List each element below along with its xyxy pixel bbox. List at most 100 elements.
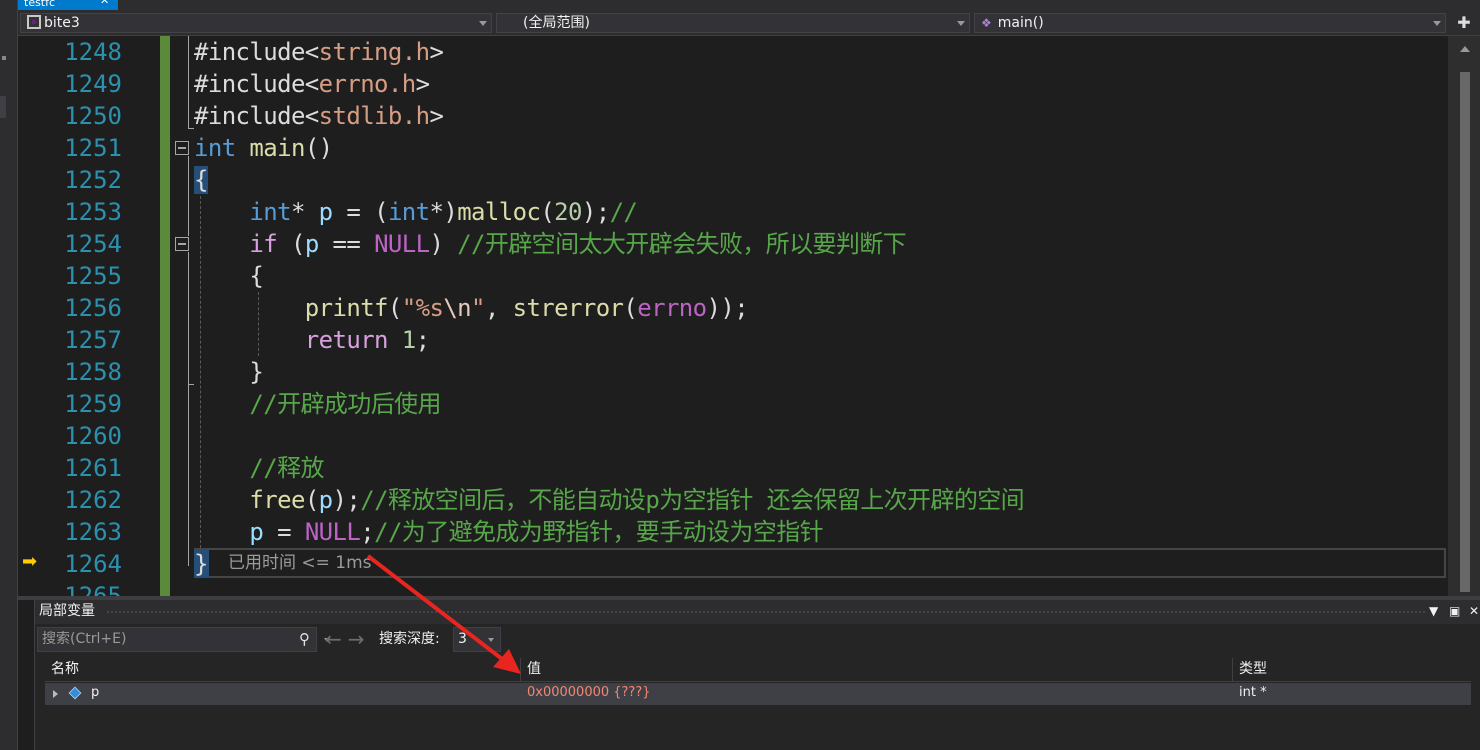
search-navigation: ←→	[325, 627, 371, 652]
code-text: #include<errno.h>	[194, 70, 430, 98]
window-menu-icon[interactable]: ▼	[1429, 601, 1438, 621]
scroll-up-icon[interactable]	[1460, 46, 1470, 52]
locals-window: 局部变量 ▼ ▣ ✕ 搜索(Ctrl+E) ⚲ ←→ 搜索深度: 3 名称 值	[34, 600, 1480, 750]
code-line: 1249 #include<errno.h>	[18, 68, 1448, 100]
code-line: 1250 #include<stdlib.h>	[18, 100, 1448, 132]
code-line: 1255 {	[18, 260, 1448, 292]
line-number: 1249	[64, 70, 122, 98]
outline-line	[188, 156, 189, 236]
toolbox-tab[interactable]	[0, 96, 6, 118]
function-name: main()	[997, 15, 1044, 31]
column-name[interactable]: 名称	[45, 658, 521, 682]
code-line: 1256 printf("%s\n", strerror(errno));	[18, 292, 1448, 324]
locals-title: 局部变量	[39, 603, 95, 619]
code-text: free(p);//释放空间后，不能自动设p为空指针 还会保留上次开辟的空间	[249, 486, 1025, 514]
code-line: 1248 #include<string.h>	[18, 36, 1448, 68]
chevron-down-icon	[957, 21, 965, 26]
collapse-if-icon[interactable]	[175, 237, 189, 251]
forward-arrow-icon[interactable]: →	[348, 627, 371, 651]
line-number: 1265	[64, 582, 122, 596]
title-grip	[107, 611, 1425, 615]
code-editor[interactable]: 1248 #include<string.h> 1249 #include<errn…	[18, 36, 1448, 596]
code-line: 1260	[18, 420, 1448, 452]
function-dropdown[interactable]: ❖ main()	[974, 13, 1446, 33]
locals-search-input[interactable]: 搜索(Ctrl+E) ⚲	[37, 627, 330, 652]
maximize-icon[interactable]: ▣	[1449, 601, 1460, 621]
line-number: 1253	[64, 198, 122, 226]
code-text: int main()	[194, 134, 333, 162]
code-text: {	[249, 262, 264, 290]
line-number: 1257	[64, 326, 122, 354]
outline-line	[188, 128, 194, 129]
document-tab-row: testfc ✕	[18, 0, 1480, 10]
navigation-bar: bite3 (全局范围) ❖ main() ✚	[18, 10, 1480, 36]
code-line: 1265	[18, 580, 1448, 596]
line-number: 1252	[64, 166, 122, 194]
search-icon[interactable]: ⚲	[299, 628, 310, 651]
code-text: #include<string.h>	[194, 38, 444, 66]
function-cube-icon: ❖	[981, 16, 992, 30]
line-number: 1248	[64, 38, 122, 66]
variable-icon	[68, 686, 82, 700]
perf-tip-elapsed[interactable]: 已用时间 <= 1ms	[228, 550, 372, 577]
line-number: 1254	[64, 230, 122, 258]
line-number: 1260	[64, 422, 122, 450]
chevron-down-icon	[488, 638, 494, 642]
code-text: int* p = (int*)malloc(20);//	[249, 198, 638, 226]
split-window-icon[interactable]: ✚	[1454, 14, 1474, 32]
code-text: }	[249, 358, 264, 386]
expand-arrow-icon[interactable]	[53, 690, 58, 698]
editor-vertical-scrollbar[interactable]	[1448, 36, 1480, 596]
tab-label: testfc	[24, 0, 56, 9]
locals-table-header: 名称 值 类型	[45, 658, 1471, 682]
line-number: 1256	[64, 294, 122, 322]
code-line: 1254 if (p == NULL) //开辟空间太大开辟会失败，所以要判断下	[18, 228, 1448, 260]
locals-title-bar[interactable]: 局部变量 ▼ ▣ ✕	[35, 600, 1480, 624]
chevron-down-icon	[479, 21, 487, 26]
project-icon	[27, 15, 41, 29]
column-type[interactable]: 类型	[1233, 658, 1471, 682]
line-number: 1255	[64, 262, 122, 290]
code-text: //开辟成功后使用	[249, 390, 441, 418]
close-icon[interactable]: ✕	[1469, 601, 1479, 621]
search-depth-dropdown[interactable]: 3	[453, 627, 501, 652]
left-toolwindow-strip[interactable]	[0, 0, 18, 750]
local-value[interactable]: 0x00000000 {???}	[521, 683, 651, 705]
line-number: 1263	[64, 518, 122, 546]
code-line: 1257 return 1;	[18, 324, 1448, 356]
pin-marker	[2, 56, 6, 60]
code-text: p = NULL;//为了避免成为野指针，要手动设为空指针	[249, 518, 823, 546]
code-line: 1253 int* p = (int*)malloc(20);//	[18, 196, 1448, 228]
code-text: {	[194, 166, 208, 194]
outline-line	[188, 36, 189, 128]
code-line: 1251 int main()	[18, 132, 1448, 164]
code-text: return 1;	[304, 326, 430, 354]
line-number: 1251	[64, 134, 122, 162]
search-placeholder: 搜索(Ctrl+E)	[42, 631, 127, 647]
scrollbar-thumb[interactable]	[1460, 72, 1470, 592]
scope-dropdown[interactable]: (全局范围)	[496, 13, 970, 33]
line-number: 1259	[64, 390, 122, 418]
local-name: p	[91, 685, 100, 700]
instruction-pointer-arrow-icon: ➡	[22, 551, 38, 572]
tab-testfc[interactable]: testfc ✕	[18, 0, 118, 10]
scope-name: (全局范围)	[523, 15, 590, 31]
code-text: if (p == NULL) //开辟空间太大开辟会失败，所以要判断下	[249, 230, 907, 258]
code-line: 1261 //释放	[18, 452, 1448, 484]
code-line: 1259 //开辟成功后使用	[18, 388, 1448, 420]
locals-toolbar: 搜索(Ctrl+E) ⚲ ←→ 搜索深度: 3	[35, 624, 1480, 656]
code-text: }	[194, 550, 208, 578]
project-dropdown[interactable]: bite3	[20, 13, 492, 33]
ide-window: testfc ✕ bite3 (全局范围) ❖ main() ✚ 1248 #inc…	[0, 0, 1480, 750]
code-line: 1262 free(p);//释放空间后，不能自动设p为空指针 还会保留上次开辟…	[18, 484, 1448, 516]
tab-close-icon[interactable]: ✕	[100, 0, 109, 6]
line-number: 1258	[64, 358, 122, 386]
line-number: 1261	[64, 454, 122, 482]
search-depth-value: 3	[458, 631, 467, 647]
table-row[interactable]: p 0x00000000 {???} int *	[45, 683, 1471, 705]
chevron-down-icon	[1433, 21, 1441, 26]
search-depth-label: 搜索深度:	[379, 631, 440, 647]
collapse-main-icon[interactable]	[175, 141, 189, 155]
back-arrow-icon[interactable]: ←	[325, 627, 348, 651]
column-value[interactable]: 值	[521, 658, 1233, 682]
